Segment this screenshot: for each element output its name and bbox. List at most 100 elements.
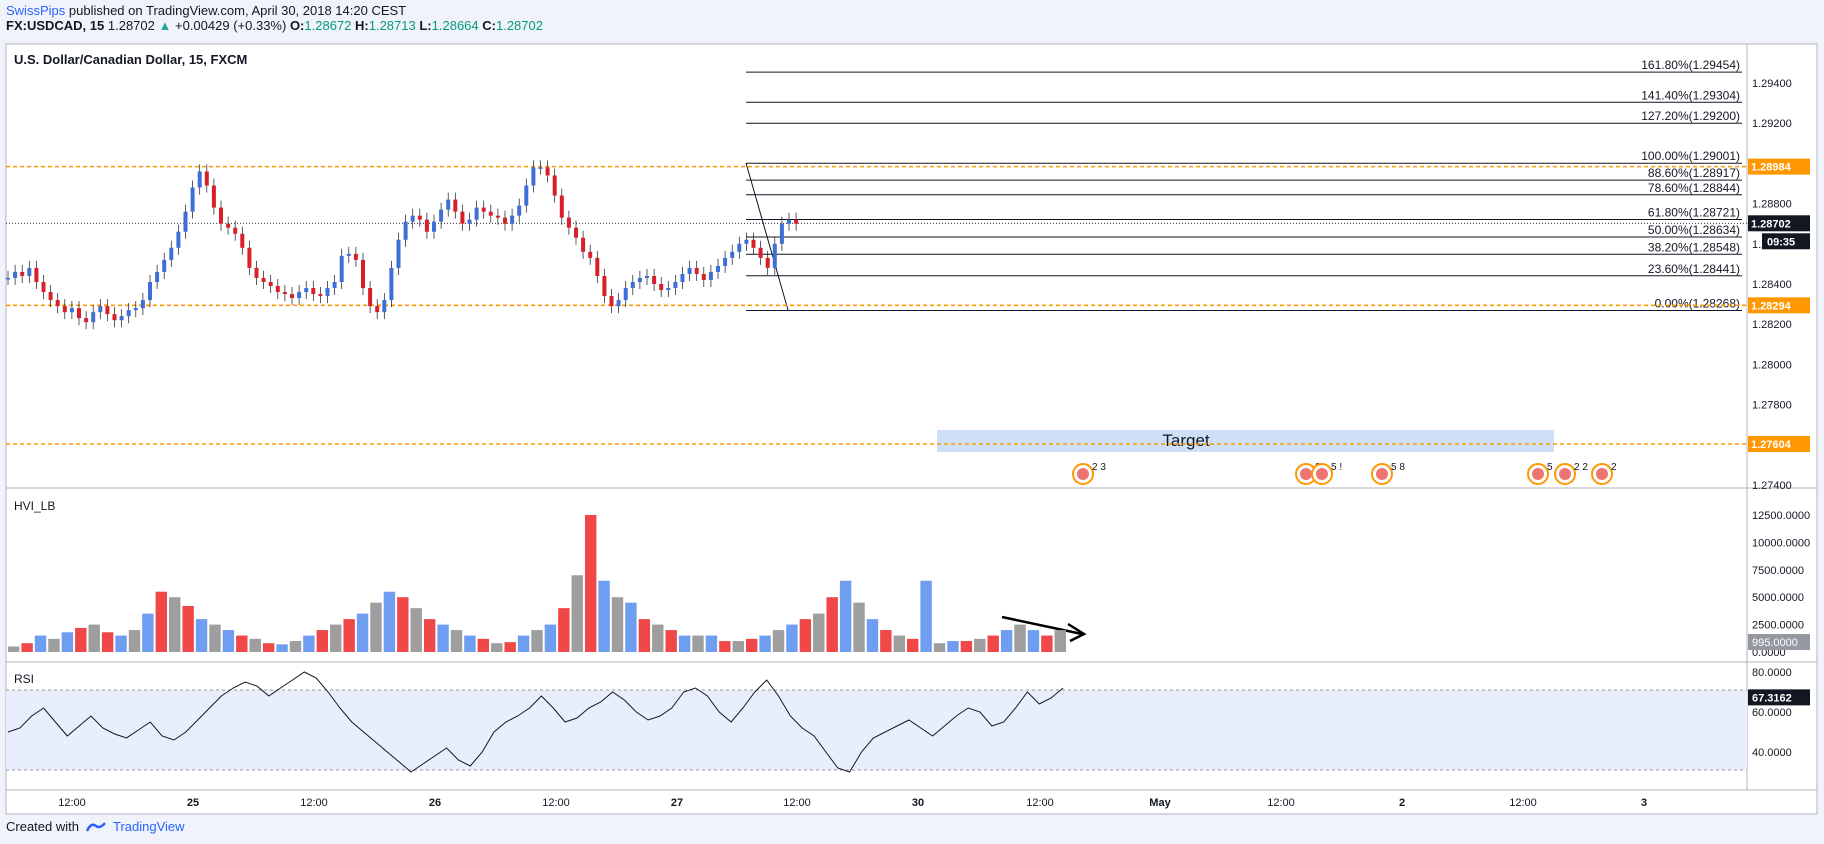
- candle-body: [140, 300, 145, 309]
- volume-bar: [678, 635, 691, 652]
- candle-body: [510, 215, 515, 224]
- volume-tick-label: 12500.0000: [1752, 510, 1810, 522]
- candle-body: [155, 271, 160, 282]
- candle-body: [176, 231, 181, 248]
- time-tick-label: 12:00: [58, 797, 86, 809]
- candle-body: [183, 211, 188, 232]
- candle-body: [190, 187, 195, 212]
- candle-body: [787, 219, 791, 224]
- volume-tick-label: 2500.0000: [1752, 620, 1804, 632]
- candle-body: [424, 219, 429, 232]
- candle-body: [680, 273, 685, 282]
- candle-body: [708, 271, 713, 280]
- candle-body: [694, 267, 699, 274]
- time-tick-label: 12:00: [1509, 797, 1537, 809]
- time-tick-label: May: [1149, 797, 1171, 809]
- target-zone[interactable]: [937, 430, 1554, 452]
- rsi-pane-title: RSI: [14, 672, 34, 686]
- event-count: 5 8: [1391, 462, 1405, 473]
- candle-body: [467, 219, 472, 224]
- volume-bar: [464, 635, 476, 652]
- candle-body: [637, 277, 642, 282]
- volume-bar: [839, 580, 852, 652]
- candle-body: [27, 267, 32, 276]
- candle-body: [219, 207, 223, 224]
- volume-bar: [826, 597, 838, 652]
- volume-bar: [1054, 630, 1066, 652]
- flag-icon: [1316, 468, 1328, 480]
- candle-body: [474, 207, 479, 220]
- candle-body: [77, 308, 81, 319]
- event-count: 5: [1547, 462, 1553, 473]
- volume-bar: [987, 635, 999, 652]
- volume-bar: [48, 638, 60, 652]
- tradingview-link[interactable]: TradingView: [113, 819, 185, 834]
- candle-body: [673, 281, 678, 289]
- candle-body: [772, 243, 777, 268]
- candle-body: [765, 257, 770, 268]
- volume-bar: [34, 635, 47, 652]
- candle-body: [751, 239, 756, 248]
- fib-level-label: 78.60%(1.28844): [1648, 181, 1740, 195]
- volume-bar: [544, 624, 557, 652]
- volume-bar: [692, 635, 704, 652]
- candle-body: [545, 167, 550, 176]
- candle-body: [133, 308, 138, 311]
- price-tick-label: 1.29400: [1752, 78, 1792, 90]
- candle-body: [417, 215, 422, 220]
- candle-body: [723, 257, 728, 266]
- candle-body: [659, 284, 664, 291]
- volume-bar: [517, 635, 530, 652]
- candle-body: [623, 288, 628, 301]
- volume-bar: [477, 638, 490, 652]
- volume-bar: [920, 580, 932, 652]
- candle-body: [169, 247, 174, 260]
- candle-body: [446, 199, 451, 210]
- candle-body: [211, 185, 216, 208]
- support-badge: 1.28294: [1751, 300, 1792, 312]
- chart-frame: SwissPips published on TradingView.com, …: [0, 0, 1824, 844]
- candle-body: [339, 255, 344, 282]
- candle-body: [730, 251, 735, 258]
- candle-body: [126, 310, 131, 317]
- volume-bar: [960, 641, 973, 652]
- volume-bar: [316, 630, 329, 652]
- volume-bar: [799, 619, 812, 652]
- candle-body: [84, 318, 89, 323]
- candle-body: [368, 288, 373, 307]
- fib-level-label: 50.00%(1.28634): [1648, 223, 1740, 237]
- candle-body: [588, 251, 593, 258]
- volume-bar: [772, 630, 785, 652]
- volume-bar: [182, 605, 194, 652]
- volume-last-badge: 995.0000: [1752, 637, 1798, 649]
- target-label: Target: [1162, 431, 1210, 450]
- candle-body: [488, 211, 493, 216]
- volume-bar: [356, 613, 369, 652]
- volume-bar: [262, 643, 275, 652]
- candle-body: [254, 267, 259, 278]
- price-tick-label: 1.29200: [1752, 118, 1792, 130]
- candle-body: [282, 292, 287, 295]
- candle-body: [20, 271, 25, 276]
- time-tick-label: 12:00: [1026, 797, 1054, 809]
- candle-body: [453, 199, 458, 212]
- volume-bar: [195, 619, 208, 652]
- candle-body: [311, 288, 316, 295]
- time-tick-label: 27: [671, 797, 683, 809]
- time-tick-label: 12:00: [783, 797, 811, 809]
- chart-canvas[interactable]: U.S. Dollar/Canadian Dollar, 15, FXCM HV…: [0, 0, 1824, 844]
- fib-level-label: 141.40%(1.29304): [1641, 88, 1740, 102]
- candle-body: [758, 247, 763, 258]
- volume-bar: [330, 624, 342, 652]
- candle-body: [737, 243, 742, 252]
- volume-bar: [906, 638, 919, 652]
- candle-body: [261, 277, 266, 282]
- fib-level-label: 61.80%(1.28721): [1648, 205, 1740, 219]
- volume-bar: [853, 602, 865, 652]
- candle-body: [531, 167, 536, 186]
- volume-bar: [88, 624, 100, 652]
- tradingview-logo-icon: [85, 821, 106, 832]
- created-with-text: Created with: [6, 819, 79, 834]
- time-tick-label: 25: [187, 797, 199, 809]
- volume-bar: [665, 630, 677, 652]
